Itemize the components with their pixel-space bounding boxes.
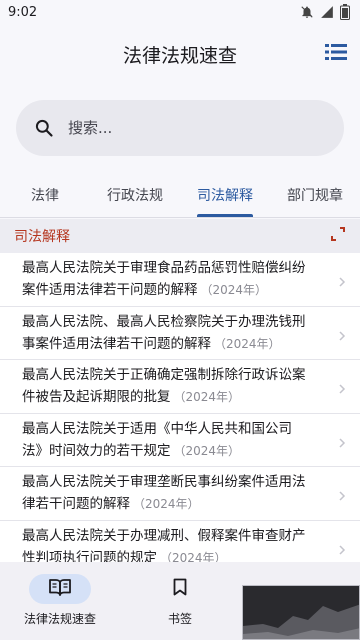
item-title: 最高人民法院关于适用《中华人民共和国公司法》时间效力的若干规定 <box>22 420 292 459</box>
search-input[interactable] <box>68 119 308 137</box>
list-item[interactable]: 最高人民法院、最高人民检察院关于办理洗钱刑事案件适用法律若干问题的解释 （2024… <box>0 306 360 360</box>
chevron-right-icon <box>336 434 348 448</box>
list-item[interactable]: 最高人民法院关于审理食品药品惩罚性赔偿纠纷案件适用法律若干问题的解释 （2024年… <box>0 253 360 307</box>
list-icon <box>325 43 347 65</box>
nav-item-bookmarks[interactable]: 书签 <box>120 562 240 640</box>
search-icon <box>34 118 54 138</box>
item-title: 最高人民法院关于正确确定强制拆除行政诉讼案件被告及起诉期限的批复 <box>22 367 306 406</box>
battery-icon <box>340 4 350 20</box>
notifications-off-icon <box>300 5 314 19</box>
list-item[interactable]: 最高人民法院关于办理减刑、假释案件审查财产性判项执行问题的规定 （2024年） <box>0 520 360 562</box>
bookmark-icon <box>173 578 187 600</box>
list-item[interactable]: 最高人民法院关于正确确定强制拆除行政诉讼案件被告及起诉期限的批复 （2024年） <box>0 360 360 414</box>
chevron-right-icon <box>336 380 348 394</box>
section-header: 司法解释 <box>0 219 360 253</box>
tab-departmental-rules[interactable]: 部门规章 <box>270 172 360 217</box>
list-item[interactable]: 最高人民法院关于审理垄断民事纠纷案件适用法律若干问题的解释 （2024年） <box>0 467 360 521</box>
nav-item-law-lookup[interactable]: 法律法规速查 <box>0 562 120 640</box>
item-year: （2024年） <box>173 390 241 405</box>
chart-thumbnail-image <box>243 586 359 639</box>
list-item[interactable]: 最高人民法院关于适用《中华人民共和国公司法》时间效力的若干规定 （2024年） <box>0 413 360 467</box>
expand-corners-icon[interactable] <box>330 226 346 246</box>
list-menu-button[interactable] <box>324 42 348 66</box>
tab-laws[interactable]: 法律 <box>0 172 90 217</box>
screenshot-thumbnail[interactable] <box>242 585 360 640</box>
item-year: （2024年） <box>200 283 268 298</box>
item-year: （2024年） <box>133 497 200 512</box>
nav-label: 书签 <box>167 612 192 626</box>
item-year: （2024年） <box>173 443 241 458</box>
interpretation-list: 最高人民法院关于审理食品药品惩罚性赔偿纠纷案件适用法律若干问题的解释 （2024年… <box>0 253 360 562</box>
chevron-right-icon <box>336 273 348 287</box>
item-year: （2024年） <box>160 550 227 562</box>
section-title: 司法解释 <box>14 229 70 245</box>
search-bar[interactable] <box>16 100 344 156</box>
book-open-icon <box>49 578 71 600</box>
chevron-right-icon <box>336 541 348 555</box>
chevron-right-icon <box>336 327 348 341</box>
signal-icon <box>320 5 334 19</box>
tab-judicial-interpretations[interactable]: 司法解释 <box>180 172 270 217</box>
nav-label: 法律法规速查 <box>23 612 96 626</box>
status-icons <box>300 4 350 20</box>
tab-administrative-regulations[interactable]: 行政法规 <box>90 172 180 217</box>
page-title: 法律法规速查 <box>122 44 237 67</box>
item-year: （2024年） <box>214 336 281 351</box>
status-bar: 9:02 <box>0 0 360 24</box>
status-time: 9:02 <box>8 4 38 20</box>
category-tabs: 法律 行政法规 司法解释 部门规章 <box>0 172 360 218</box>
chevron-right-icon <box>336 487 348 501</box>
app-bar: 法律法规速查 <box>0 24 360 84</box>
